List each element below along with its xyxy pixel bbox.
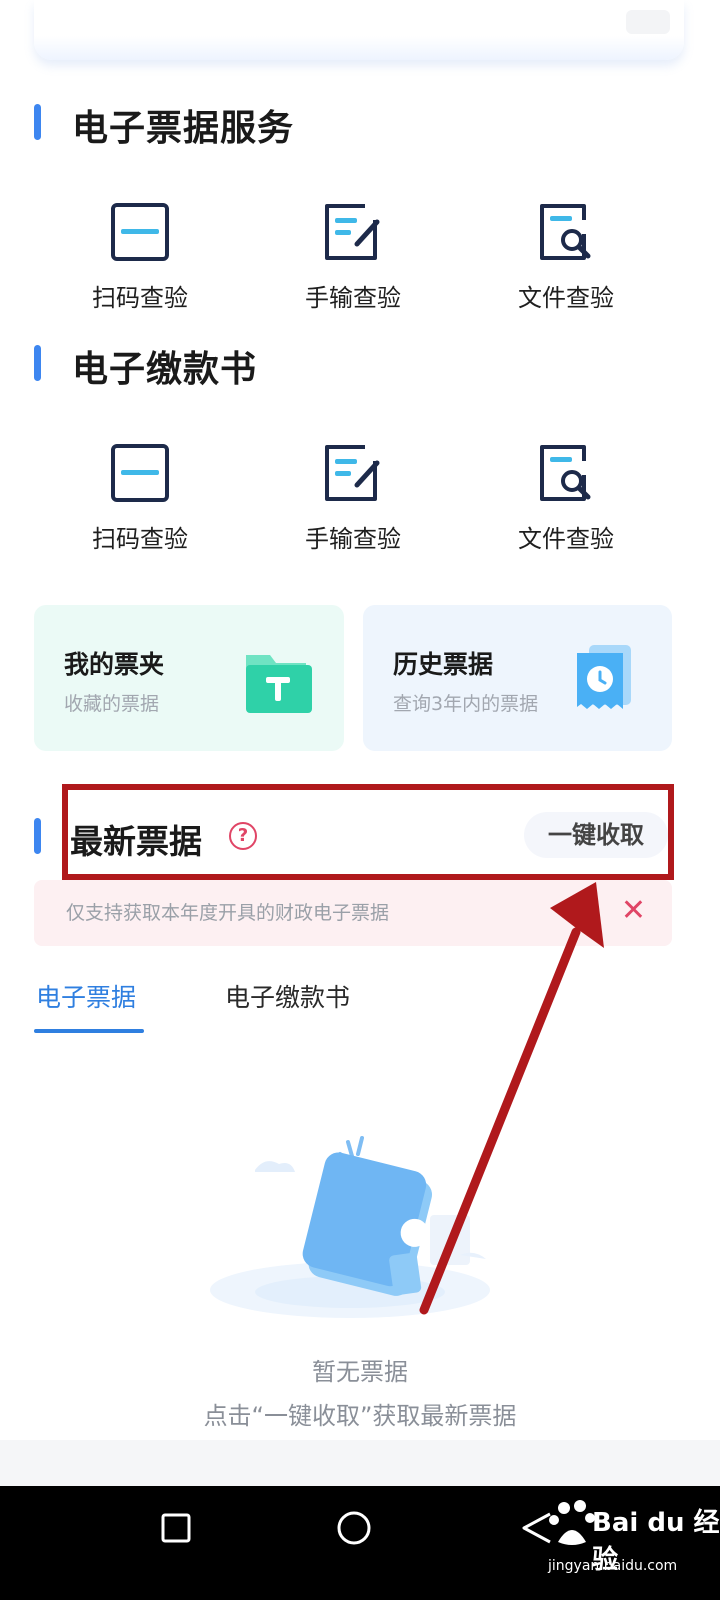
section-accent-bar — [34, 345, 41, 381]
empty-state-title: 暂无票据 — [312, 1358, 408, 1386]
section-accent-bar — [34, 818, 41, 854]
clock-receipt-icon — [573, 641, 639, 721]
grid-item-label: 文件查验 — [518, 525, 614, 553]
my-folder-card[interactable]: 我的票夹 收藏的票据 — [34, 605, 344, 751]
close-icon[interactable]: ✕ — [621, 896, 646, 926]
watermark-url: jingyan.baidu.com — [548, 1558, 678, 1574]
annotation-highlight-box — [62, 784, 674, 880]
epayment-scan-verify[interactable]: 扫码查验 — [50, 441, 230, 554]
scan-frame-icon — [108, 200, 172, 264]
epayment-file-verify[interactable]: 文件查验 — [476, 441, 656, 554]
history-card[interactable]: 历史票据 查询3年内的票据 — [363, 605, 672, 751]
grid-item-label: 手输查验 — [305, 284, 401, 312]
grid-item-label: 文件查验 — [518, 284, 614, 312]
tab-einvoice[interactable]: 电子票据 — [36, 978, 136, 1014]
system-nav-bar: Bai du 经验 jingyan.baidu.com — [0, 1486, 720, 1600]
my-folder-subtitle: 收藏的票据 — [64, 693, 160, 715]
einvoice-scan-verify[interactable]: 扫码查验 — [50, 200, 230, 313]
epayment-manual-verify[interactable]: 手输查验 — [263, 441, 443, 554]
folder-icon — [242, 645, 314, 721]
einvoice-file-verify[interactable]: 文件查验 — [476, 200, 656, 313]
einvoice-manual-verify[interactable]: 手输查验 — [263, 200, 443, 313]
bottom-spacer — [0, 1440, 720, 1486]
section-title-einvoice: 电子票据服务 — [72, 108, 295, 149]
home-icon[interactable] — [336, 1510, 372, 1550]
file-search-icon — [534, 441, 598, 505]
section-accent-bar — [34, 104, 41, 140]
annotation-arrow — [410, 880, 620, 1324]
notice-text: 仅支持获取本年度开具的财政电子票据 — [66, 902, 390, 924]
edit-form-icon — [321, 441, 385, 505]
tab-active-underline — [34, 1029, 144, 1033]
history-subtitle: 查询3年内的票据 — [393, 693, 539, 715]
tab-epayment[interactable]: 电子缴款书 — [225, 978, 350, 1014]
history-title: 历史票据 — [393, 650, 494, 679]
my-folder-title: 我的票夹 — [64, 650, 165, 679]
file-search-icon — [534, 200, 598, 264]
empty-state-hint: 点击“一键收取”获取最新票据 — [203, 1402, 517, 1430]
recent-apps-icon[interactable] — [160, 1512, 192, 1548]
top-card-partial — [34, 0, 684, 60]
grid-item-label: 手输查验 — [305, 525, 401, 553]
section-title-epayment: 电子缴款书 — [72, 349, 258, 390]
grid-item-label: 扫码查验 — [92, 525, 188, 553]
scan-frame-icon — [108, 441, 172, 505]
edit-form-icon — [321, 200, 385, 264]
top-card-pill — [626, 10, 670, 34]
grid-item-label: 扫码查验 — [92, 284, 188, 312]
